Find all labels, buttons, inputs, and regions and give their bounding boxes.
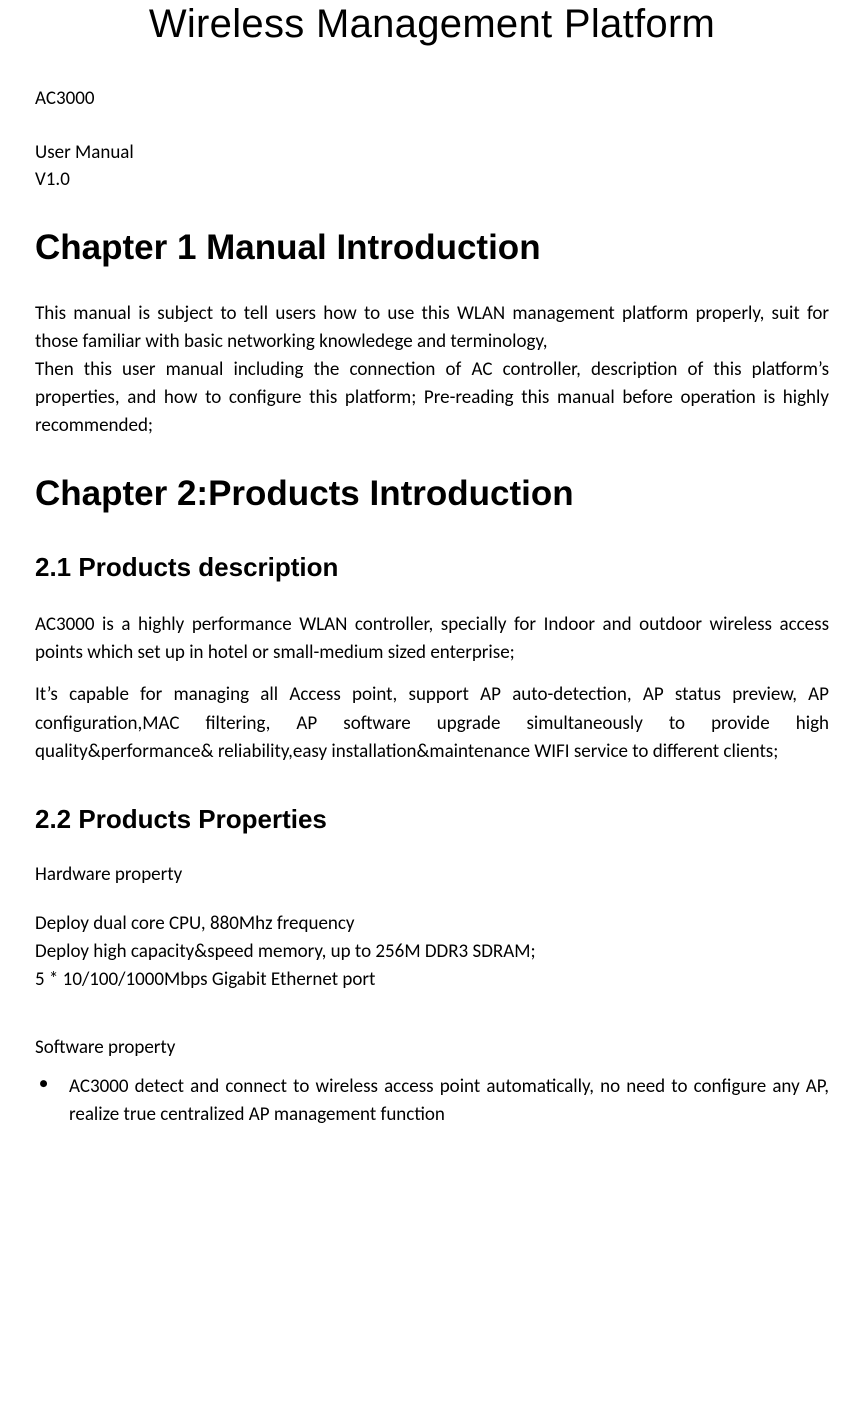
hw-line: 5 * 10/100/1000Mbps Gigabit Ethernet por…: [35, 966, 829, 994]
section-2-1-para-2: It’s capable for managing all Access poi…: [35, 681, 829, 765]
hardware-property-heading: Hardware property: [35, 863, 829, 886]
chapter-2-heading: Chapter 2:Products Introduction: [35, 474, 829, 514]
section-2-1-para-1: AC3000 is a highly performance WLAN cont…: [35, 611, 829, 667]
page-title: Wireless Management Platform: [35, 2, 829, 47]
model-number: AC3000: [35, 85, 829, 113]
chapter-1-para-2: Then this user manual including the conn…: [35, 356, 829, 440]
list-item: AC3000 detect and connect to wireless ac…: [35, 1073, 829, 1129]
meta-block: AC3000 User Manual V1.0: [35, 85, 829, 194]
software-property-heading: Software property: [35, 1036, 829, 1059]
chapter-1-heading: Chapter 1 Manual Introduction: [35, 228, 829, 268]
section-2-2-heading: 2.2 Products Properties: [35, 804, 829, 835]
software-property-list: AC3000 detect and connect to wireless ac…: [35, 1073, 829, 1129]
section-2-1-heading: 2.1 Products description: [35, 552, 829, 583]
hardware-property-lines: Deploy dual core CPU, 880Mhz frequency D…: [35, 910, 829, 994]
hw-line: Deploy high capacity&speed memory, up to…: [35, 938, 829, 966]
hw-line: Deploy dual core CPU, 880Mhz frequency: [35, 910, 829, 938]
doc-version: V1.0: [35, 166, 829, 194]
chapter-1-para-1: This manual is subject to tell users how…: [35, 300, 829, 356]
doc-type: User Manual: [35, 139, 829, 167]
